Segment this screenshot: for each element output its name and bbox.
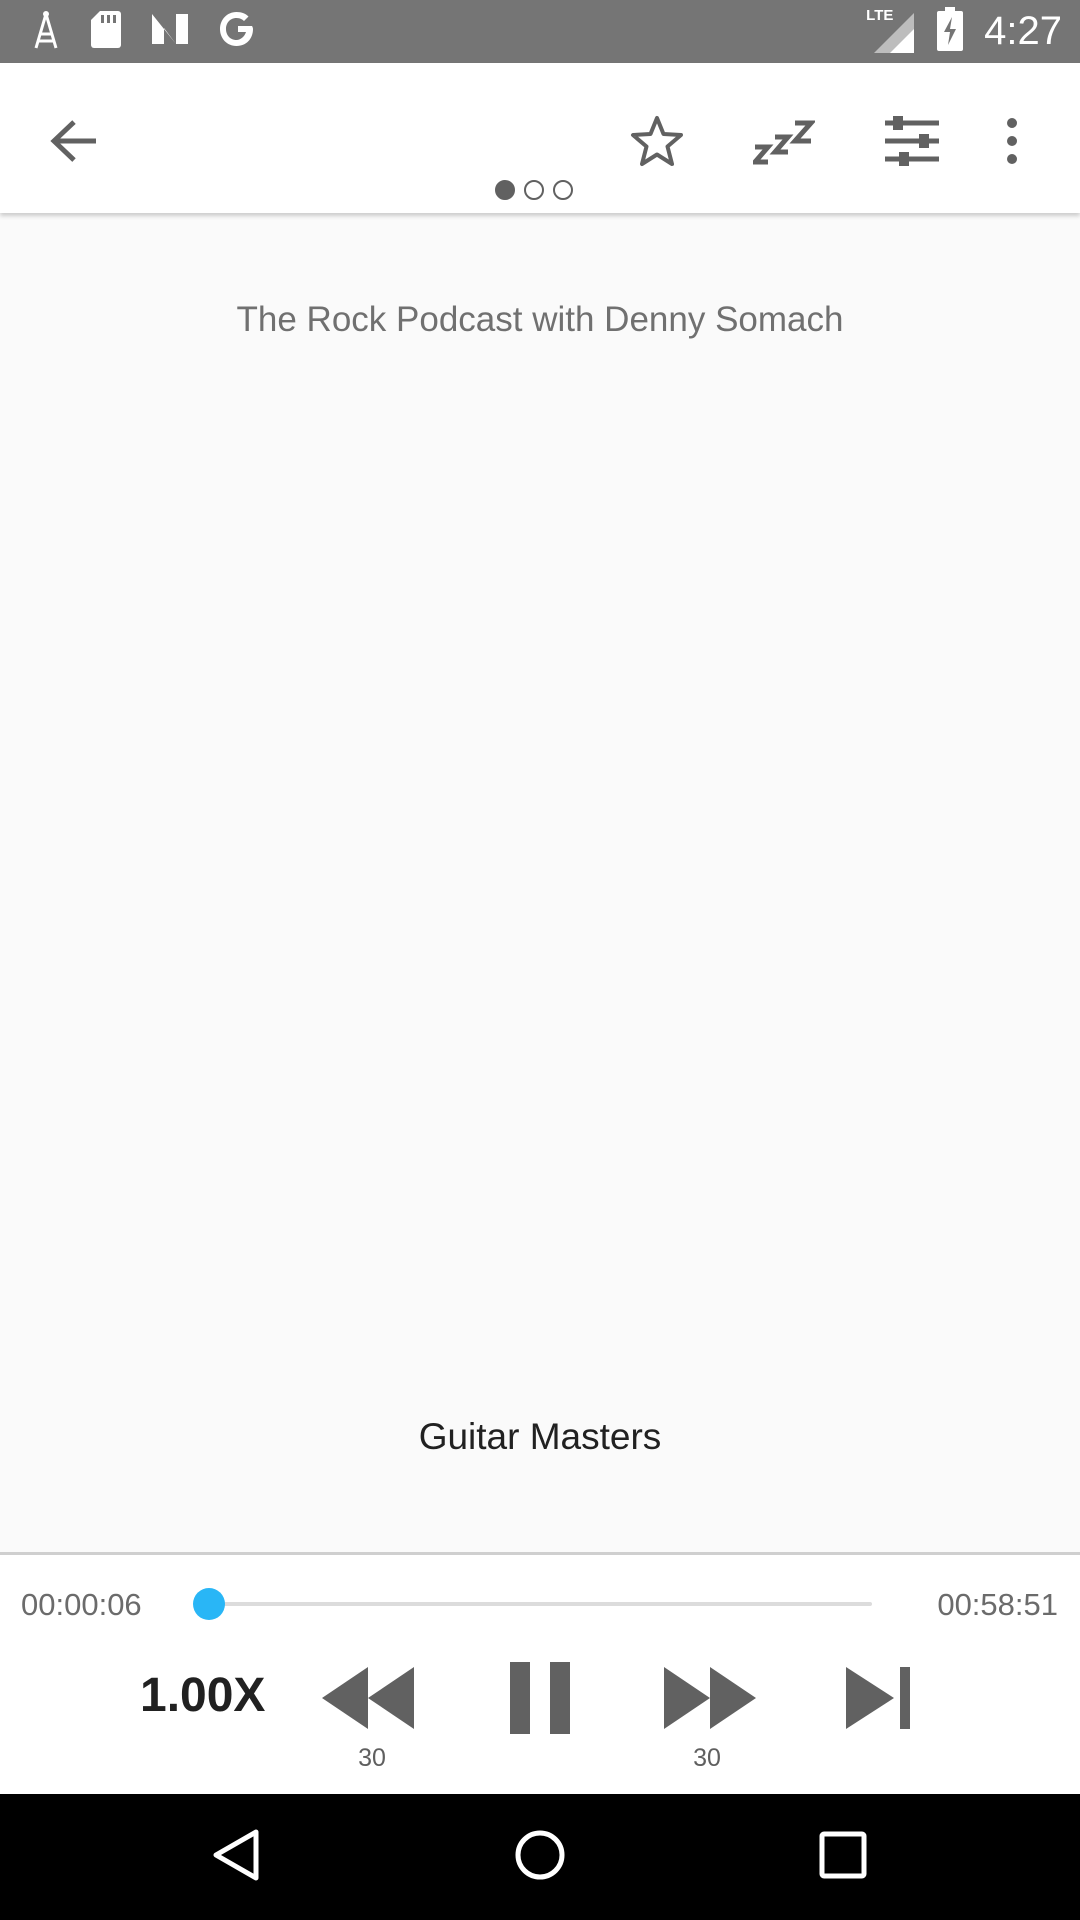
more-vert-icon (1006, 117, 1018, 170)
nav-recents-button[interactable] (808, 1822, 878, 1892)
n-logo-icon (150, 12, 190, 51)
rewind-seconds: 30 (358, 1744, 386, 1772)
playback-speed-button[interactable]: 1.00X (140, 1668, 265, 1723)
fast-forward-button[interactable] (660, 1655, 760, 1745)
back-button[interactable] (34, 103, 114, 183)
page-dot[interactable] (553, 180, 573, 200)
pause-button[interactable] (498, 1655, 582, 1745)
status-bar: LTE 4:27 (0, 0, 1080, 63)
network-label: LTE (866, 6, 894, 24)
pause-icon (507, 1660, 573, 1741)
star-icon (630, 115, 684, 172)
sleep-timer-icon (749, 117, 817, 170)
page-dot[interactable] (524, 180, 544, 200)
favorite-button[interactable] (617, 103, 697, 183)
clock: 4:27 (984, 9, 1062, 53)
more-options-button[interactable] (982, 103, 1042, 183)
recents-square-icon (819, 1831, 867, 1884)
page-dot[interactable] (495, 180, 515, 200)
seek-bar[interactable] (193, 1588, 872, 1620)
rewind-button[interactable] (318, 1655, 418, 1745)
forward-seconds: 30 (693, 1744, 721, 1772)
equalizer-icon (883, 115, 941, 172)
sleep-timer-button[interactable] (744, 103, 824, 183)
equalizer-button[interactable] (872, 103, 952, 183)
nav-home-button[interactable] (505, 1822, 575, 1892)
arrow-back-icon (50, 119, 98, 168)
episode-title: Guitar Masters (418, 1416, 662, 1457)
skip-next-button[interactable] (836, 1655, 920, 1745)
player-controls: 00:00:06 00:58:51 1.00X 30 30 (0, 1552, 1080, 1797)
lte-signal-icon: LTE (866, 7, 916, 55)
skip-next-icon (844, 1665, 912, 1736)
elapsed-time: 00:00:06 (21, 1587, 142, 1622)
home-circle-icon (514, 1829, 566, 1886)
fast-forward-icon (662, 1665, 758, 1736)
back-triangle-icon (212, 1829, 260, 1886)
podcast-title: The Rock Podcast with Denny Somach (236, 300, 844, 339)
battery-charging-icon (936, 7, 964, 56)
google-icon (218, 9, 258, 54)
seek-thumb[interactable] (193, 1588, 226, 1620)
sd-card-icon (90, 9, 122, 54)
nav-back-button[interactable] (201, 1822, 271, 1892)
page-indicator (495, 180, 573, 200)
total-time: 00:58:51 (937, 1587, 1058, 1622)
fast-rewind-icon (320, 1665, 416, 1736)
signal-tower-icon (30, 8, 62, 55)
toolbar (0, 63, 1080, 213)
navigation-bar (0, 1794, 1080, 1920)
